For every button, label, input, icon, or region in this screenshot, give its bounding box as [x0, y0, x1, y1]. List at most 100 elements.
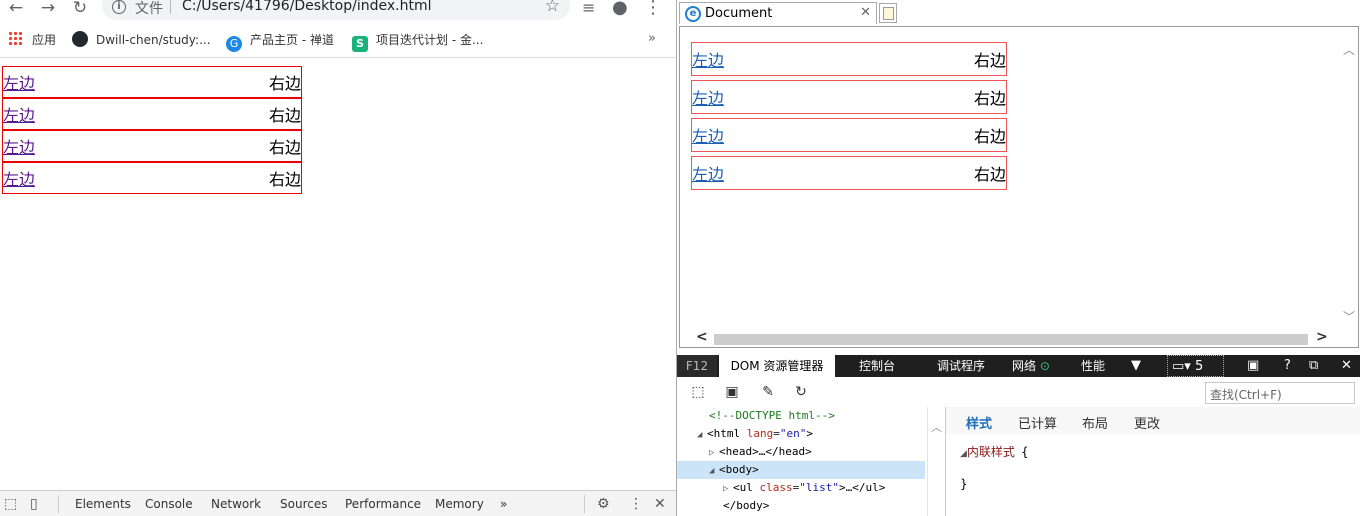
close-tab-icon[interactable]: ✕: [860, 5, 871, 20]
tree-node-body-close[interactable]: </body>: [677, 497, 925, 515]
find-input[interactable]: 查找(Ctrl+F): [1205, 382, 1355, 404]
forward-arrow-icon[interactable]: →: [36, 0, 60, 18]
devtools-tab-memory[interactable]: Memory: [435, 497, 484, 511]
profile-avatar-icon[interactable]: ●: [612, 0, 628, 17]
chevron-left-icon[interactable]: <: [696, 329, 708, 345]
tab-dom-explorer[interactable]: DOM 资源管理器: [719, 355, 835, 377]
list-item: 左边 右边: [691, 80, 1007, 114]
bookmark-apps[interactable]: 应用: [8, 31, 56, 49]
chevron-down-icon[interactable]: ﹀: [1343, 308, 1355, 325]
devtools-tab-network[interactable]: Network: [211, 497, 261, 511]
chrome-window: ← → ↻ i 文件 C:/Users/41796/Desktop/index.…: [0, 0, 676, 516]
left-link[interactable]: 左边: [3, 134, 35, 158]
left-link[interactable]: 左边: [692, 85, 724, 109]
chevron-up-icon[interactable]: ︿: [931, 419, 942, 435]
scrollbar-thumb[interactable]: [714, 334, 1308, 345]
left-link[interactable]: 左边: [3, 166, 35, 190]
expand-triangle-icon[interactable]: ◢: [697, 426, 707, 444]
close-icon[interactable]: ✕: [654, 496, 666, 512]
reload-icon[interactable]: ↻: [68, 0, 92, 18]
devtools-separator: [584, 495, 585, 513]
tab-performance[interactable]: 性能: [1081, 355, 1105, 377]
expand-triangle-icon[interactable]: ◢: [709, 462, 719, 480]
new-tab-button[interactable]: [879, 3, 897, 23]
media-queue-icon[interactable]: ≡: [582, 0, 595, 16]
back-arrow-icon[interactable]: ←: [4, 0, 28, 18]
device-toolbar-icon[interactable]: ▯: [30, 496, 38, 512]
bookmark-jinshuju[interactable]: S 项目迭代计划 - 金...: [352, 31, 483, 52]
devtools-tab-elements[interactable]: Elements: [75, 497, 131, 511]
expand-triangle-icon[interactable]: ◢: [960, 449, 967, 459]
collapse-triangle-icon[interactable]: ▷: [723, 480, 733, 498]
bookmark-star-icon[interactable]: ☆: [545, 0, 560, 16]
bookmark-label: 产品主页 - 禅道: [250, 33, 334, 47]
bookmarks-more-button[interactable]: »: [648, 31, 656, 46]
left-link[interactable]: 左边: [692, 123, 724, 147]
tab-layout[interactable]: 布局: [1082, 413, 1108, 432]
left-link[interactable]: 左边: [3, 70, 35, 94]
github-icon: [72, 31, 88, 47]
vertical-scrollbar[interactable]: ︿ ﹀: [1341, 27, 1358, 331]
bookmark-label: 应用: [32, 33, 57, 47]
tree-node-body[interactable]: ◢ <body>: [677, 461, 925, 479]
scheme-label: 文件: [135, 1, 163, 17]
styles-tabs: 样式 已计算 布局 更改: [946, 407, 1360, 435]
collapse-triangle-icon[interactable]: ▷: [709, 444, 719, 462]
right-text: 右边: [973, 165, 1006, 184]
settings-gear-icon[interactable]: ⚙: [597, 496, 610, 512]
menu-kebab-icon[interactable]: ⋮: [644, 0, 662, 17]
tab-styles[interactable]: 样式: [966, 413, 992, 432]
chevron-right-icon[interactable]: >: [1316, 329, 1328, 345]
tab-debugger[interactable]: 调试程序: [937, 355, 985, 377]
address-bar[interactable]: i 文件 C:/Users/41796/Desktop/index.html ☆: [102, 0, 570, 20]
tab-network[interactable]: 网络 ⊙: [1012, 355, 1050, 377]
console-toggle-icon[interactable]: ▣: [1247, 355, 1259, 377]
devtools-tab-console[interactable]: Console: [145, 497, 193, 511]
list-item: 左边 右边: [2, 98, 302, 130]
ie-tab-document[interactable]: e Document ✕: [679, 2, 877, 24]
left-link[interactable]: 左边: [692, 161, 724, 185]
highlight-element-icon[interactable]: ▣: [723, 383, 741, 401]
chevron-up-icon[interactable]: ︿: [1343, 41, 1355, 58]
tree-node-ul[interactable]: ▷ <ul class="list">…</ul>: [677, 479, 925, 497]
inspect-element-icon[interactable]: ⬚: [4, 496, 17, 512]
left-link[interactable]: 左边: [3, 102, 35, 126]
right-text: 右边: [268, 170, 301, 189]
left-link[interactable]: 左边: [692, 47, 724, 71]
bookmark-zentao[interactable]: G 产品主页 - 禅道: [226, 31, 334, 52]
list: 左边 右边 左边 右边 左边 右边 左边 右边: [691, 42, 1007, 194]
devtools-tab-performance[interactable]: Performance: [345, 497, 421, 511]
emulation-selector[interactable]: ▭▾ 5: [1167, 355, 1225, 377]
undock-icon[interactable]: ⧉: [1309, 355, 1318, 377]
right-text: 右边: [268, 138, 301, 157]
help-icon[interactable]: ?: [1284, 355, 1291, 377]
color-picker-icon[interactable]: ✎: [759, 383, 777, 401]
styles-pane: 样式 已计算 布局 更改 ◢内联样式 { }: [945, 407, 1360, 516]
bookmark-github[interactable]: Dwill-chen/study:...: [72, 31, 211, 49]
tag-text: >…</ul>: [839, 481, 886, 494]
f12-label: F12: [677, 355, 717, 377]
tab-computed[interactable]: 已计算: [1018, 413, 1057, 432]
tree-node-doctype[interactable]: <!--DOCTYPE html-->: [677, 407, 925, 425]
horizontal-scrollbar[interactable]: < >: [680, 329, 1342, 347]
tree-node-head[interactable]: ▷ <head>…</head>: [677, 443, 925, 461]
dom-tree-scrollbar[interactable]: ︿: [927, 407, 943, 516]
devtools-separator: [58, 495, 59, 513]
tab-changes[interactable]: 更改: [1134, 413, 1160, 432]
refresh-icon[interactable]: ↻: [792, 383, 810, 401]
url-text[interactable]: C:/Users/41796/Desktop/index.html: [182, 0, 431, 14]
devtools-menu-icon[interactable]: ⋮: [629, 496, 643, 512]
select-element-icon[interactable]: ⬚: [689, 383, 707, 401]
inline-style-rule[interactable]: ◢内联样式 {: [960, 443, 1029, 460]
devtools-more-tabs-button[interactable]: »: [500, 497, 507, 511]
chrome-toolbar: ← → ↻ i 文件 C:/Users/41796/Desktop/index.…: [0, 0, 676, 22]
info-icon[interactable]: i: [112, 0, 126, 14]
right-text: 右边: [973, 127, 1006, 146]
tab-console[interactable]: 控制台: [859, 355, 895, 377]
tag-text: <head>…</head>: [719, 445, 812, 458]
bookmarks-bar: 应用 Dwill-chen/study:... G 产品主页 - 禅道 S 项目迭代…: [0, 28, 676, 52]
tree-node-html[interactable]: ◢ <html lang="en">: [677, 425, 925, 443]
close-icon[interactable]: ✕: [1341, 355, 1352, 377]
more-tabs-dropdown-icon[interactable]: ▼: [1131, 355, 1141, 377]
devtools-tab-sources[interactable]: Sources: [280, 497, 327, 511]
